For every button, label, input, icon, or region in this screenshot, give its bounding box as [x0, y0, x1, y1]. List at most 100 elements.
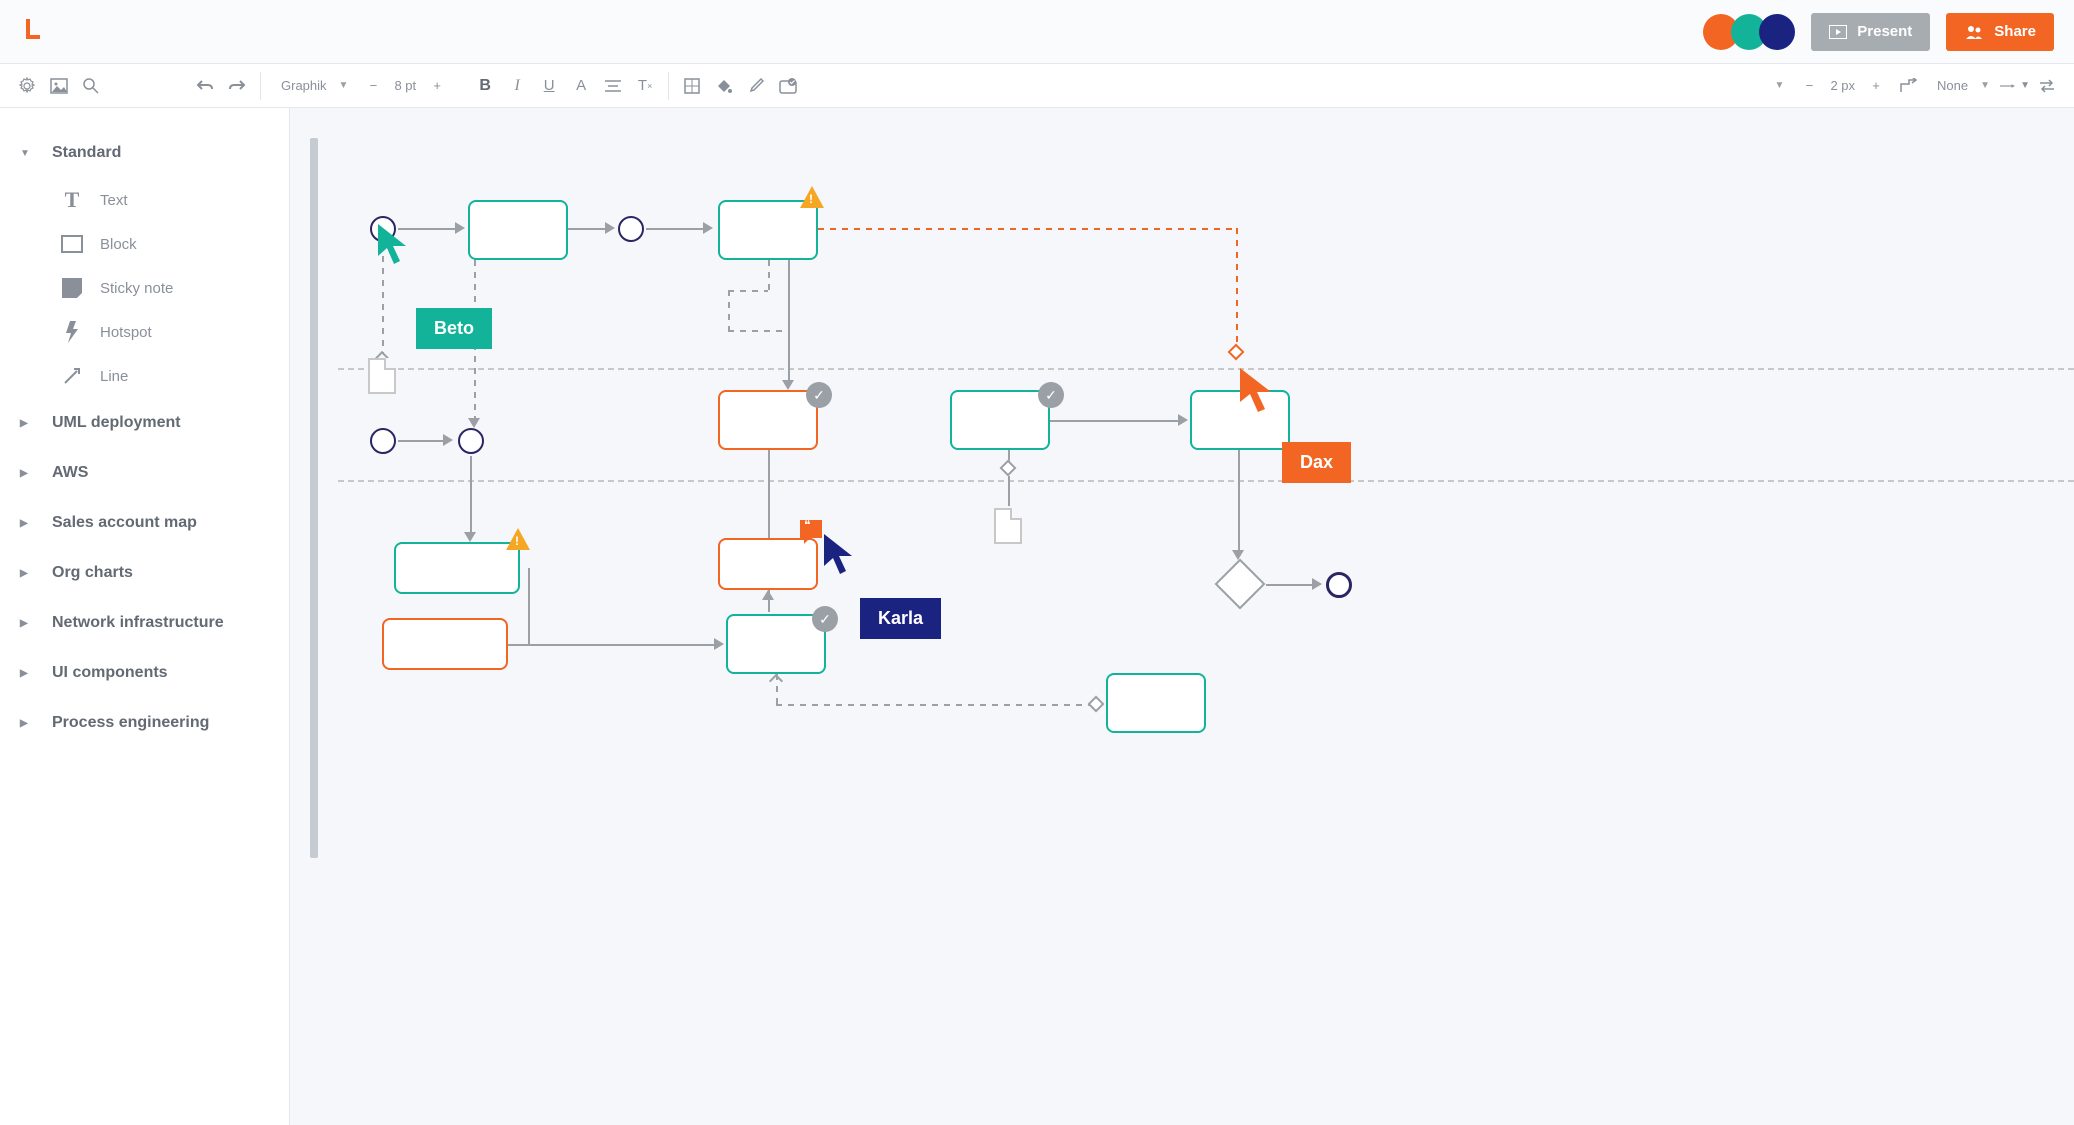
chevron-right-icon: ▶ — [20, 718, 38, 729]
chevron-down-icon: ▼ — [20, 148, 38, 159]
shape-label: Sticky note — [100, 280, 173, 297]
checkmark-badge-icon: ✓ — [812, 606, 838, 632]
arrowhead-icon — [1232, 550, 1244, 560]
gear-icon[interactable] — [12, 71, 42, 101]
chevron-right-icon: ▶ — [20, 518, 38, 529]
sidebar-section-uml[interactable]: ▶UML deployment — [0, 398, 289, 448]
bold-icon[interactable]: B — [470, 71, 500, 101]
font-increase-button[interactable]: + — [422, 71, 452, 101]
text-shape-icon: T — [60, 188, 84, 212]
clear-format-icon[interactable]: T× — [630, 71, 660, 101]
shape-line[interactable]: Line — [20, 354, 289, 398]
shape-text[interactable]: T Text — [20, 178, 289, 222]
image-icon[interactable] — [44, 71, 74, 101]
arrowhead-icon — [468, 418, 480, 428]
swap-icon[interactable] — [2032, 71, 2062, 101]
font-decrease-button[interactable]: − — [358, 71, 388, 101]
connector-dashed — [1236, 228, 1238, 353]
topbar: Present Share — [0, 0, 2074, 64]
connector-dashed — [728, 290, 730, 330]
connector-dashed — [768, 260, 770, 290]
shape-label: Text — [100, 192, 128, 209]
shape-hotspot[interactable]: Hotspot — [20, 310, 289, 354]
line-color-dropdown[interactable]: ▼ — [1767, 80, 1793, 91]
sidebar-section-process[interactable]: ▶Process engineering — [0, 698, 289, 748]
font-family-dropdown[interactable]: Graphik▼ — [269, 78, 356, 93]
eyedropper-icon[interactable] — [741, 71, 771, 101]
chevron-right-icon: ▶ — [20, 618, 38, 629]
search-icon[interactable] — [76, 71, 106, 101]
bpmn-task[interactable] — [726, 614, 826, 674]
line-shape-icon — [60, 364, 84, 388]
bpmn-task[interactable] — [1106, 673, 1206, 733]
align-icon[interactable] — [598, 71, 628, 101]
border-icon[interactable] — [677, 71, 707, 101]
bpmn-task[interactable] — [394, 542, 520, 594]
bpmn-task[interactable] — [468, 200, 568, 260]
comment-icon[interactable] — [800, 520, 822, 538]
bpmn-task[interactable] — [718, 200, 818, 260]
collaborator-avatars[interactable] — [1711, 14, 1795, 50]
connector-dashed — [818, 228, 1238, 230]
stroke-width-value: 2 px — [1826, 78, 1859, 93]
text-color-icon[interactable]: A — [566, 71, 596, 101]
connector — [1266, 584, 1314, 586]
format-toolbar: Graphik▼ − 8 pt + B I U A T× ▼ − 2 px + … — [0, 64, 2074, 108]
checklist-icon[interactable] — [773, 71, 803, 101]
stroke-decrease-button[interactable]: − — [1794, 71, 1824, 101]
collaborator-label: Beto — [416, 308, 492, 349]
sidebar-section-aws[interactable]: ▶AWS — [0, 448, 289, 498]
italic-icon[interactable]: I — [502, 71, 532, 101]
underline-icon[interactable]: U — [534, 71, 564, 101]
present-button[interactable]: Present — [1811, 13, 1930, 51]
connector — [1238, 450, 1240, 552]
document-icon[interactable] — [368, 358, 396, 394]
connector — [508, 644, 716, 646]
open-arrow-icon — [769, 674, 783, 688]
checkmark-badge-icon: ✓ — [1038, 382, 1064, 408]
arrowhead-icon — [1312, 578, 1322, 590]
fill-icon[interactable] — [709, 71, 739, 101]
arrowhead-icon — [605, 222, 615, 234]
line-path-icon[interactable] — [1893, 71, 1923, 101]
collaborator-cursor-beto — [378, 224, 414, 273]
shape-sticky-note[interactable]: Sticky note — [20, 266, 289, 310]
bpmn-event[interactable] — [458, 428, 484, 454]
bpmn-task[interactable] — [718, 390, 818, 450]
diagram-canvas[interactable]: ✓ ✓ ✓ — [290, 108, 2074, 1125]
gateway-icon — [1088, 696, 1105, 713]
shape-label: Line — [100, 368, 128, 385]
shape-block[interactable]: Block — [20, 222, 289, 266]
bpmn-intermediate-event[interactable] — [618, 216, 644, 242]
shapes-sidebar: ▼ Standard T Text Block Sticky note Hots… — [0, 108, 290, 1125]
bpmn-gateway[interactable] — [1215, 559, 1266, 610]
sidebar-section-ui[interactable]: ▶UI components — [0, 648, 289, 698]
share-button[interactable]: Share — [1946, 13, 2054, 51]
redo-icon[interactable] — [222, 71, 252, 101]
document-icon[interactable] — [994, 508, 1022, 544]
sidebar-section-org[interactable]: ▶Org charts — [0, 548, 289, 598]
shape-label: Block — [100, 236, 137, 253]
sidebar-section-network[interactable]: ▶Network infrastructure — [0, 598, 289, 648]
connector — [398, 440, 446, 442]
collaborator-label: Karla — [860, 598, 941, 639]
connector — [1050, 420, 1180, 422]
arrowhead-icon — [1178, 414, 1188, 426]
bpmn-task[interactable] — [382, 618, 508, 670]
bpmn-end-event[interactable] — [1326, 572, 1352, 598]
stroke-increase-button[interactable]: + — [1861, 71, 1891, 101]
undo-icon[interactable] — [190, 71, 220, 101]
bpmn-task[interactable] — [718, 538, 818, 590]
sidebar-section-sales[interactable]: ▶ Sales account map — [0, 498, 289, 548]
bpmn-task[interactable] — [950, 390, 1050, 450]
arrow-dropdown[interactable]: None▼ — [1925, 78, 1998, 93]
section-label: Sales account map — [52, 514, 197, 532]
sidebar-section-standard[interactable]: ▼ Standard — [0, 128, 289, 178]
share-label: Share — [1994, 23, 2036, 40]
bpmn-event[interactable] — [370, 428, 396, 454]
connector — [470, 456, 472, 534]
chevron-right-icon: ▶ — [20, 668, 38, 679]
scrollbar[interactable] — [310, 138, 318, 858]
avatar[interactable] — [1759, 14, 1795, 50]
line-style-icon[interactable]: ▼ — [2000, 71, 2030, 101]
